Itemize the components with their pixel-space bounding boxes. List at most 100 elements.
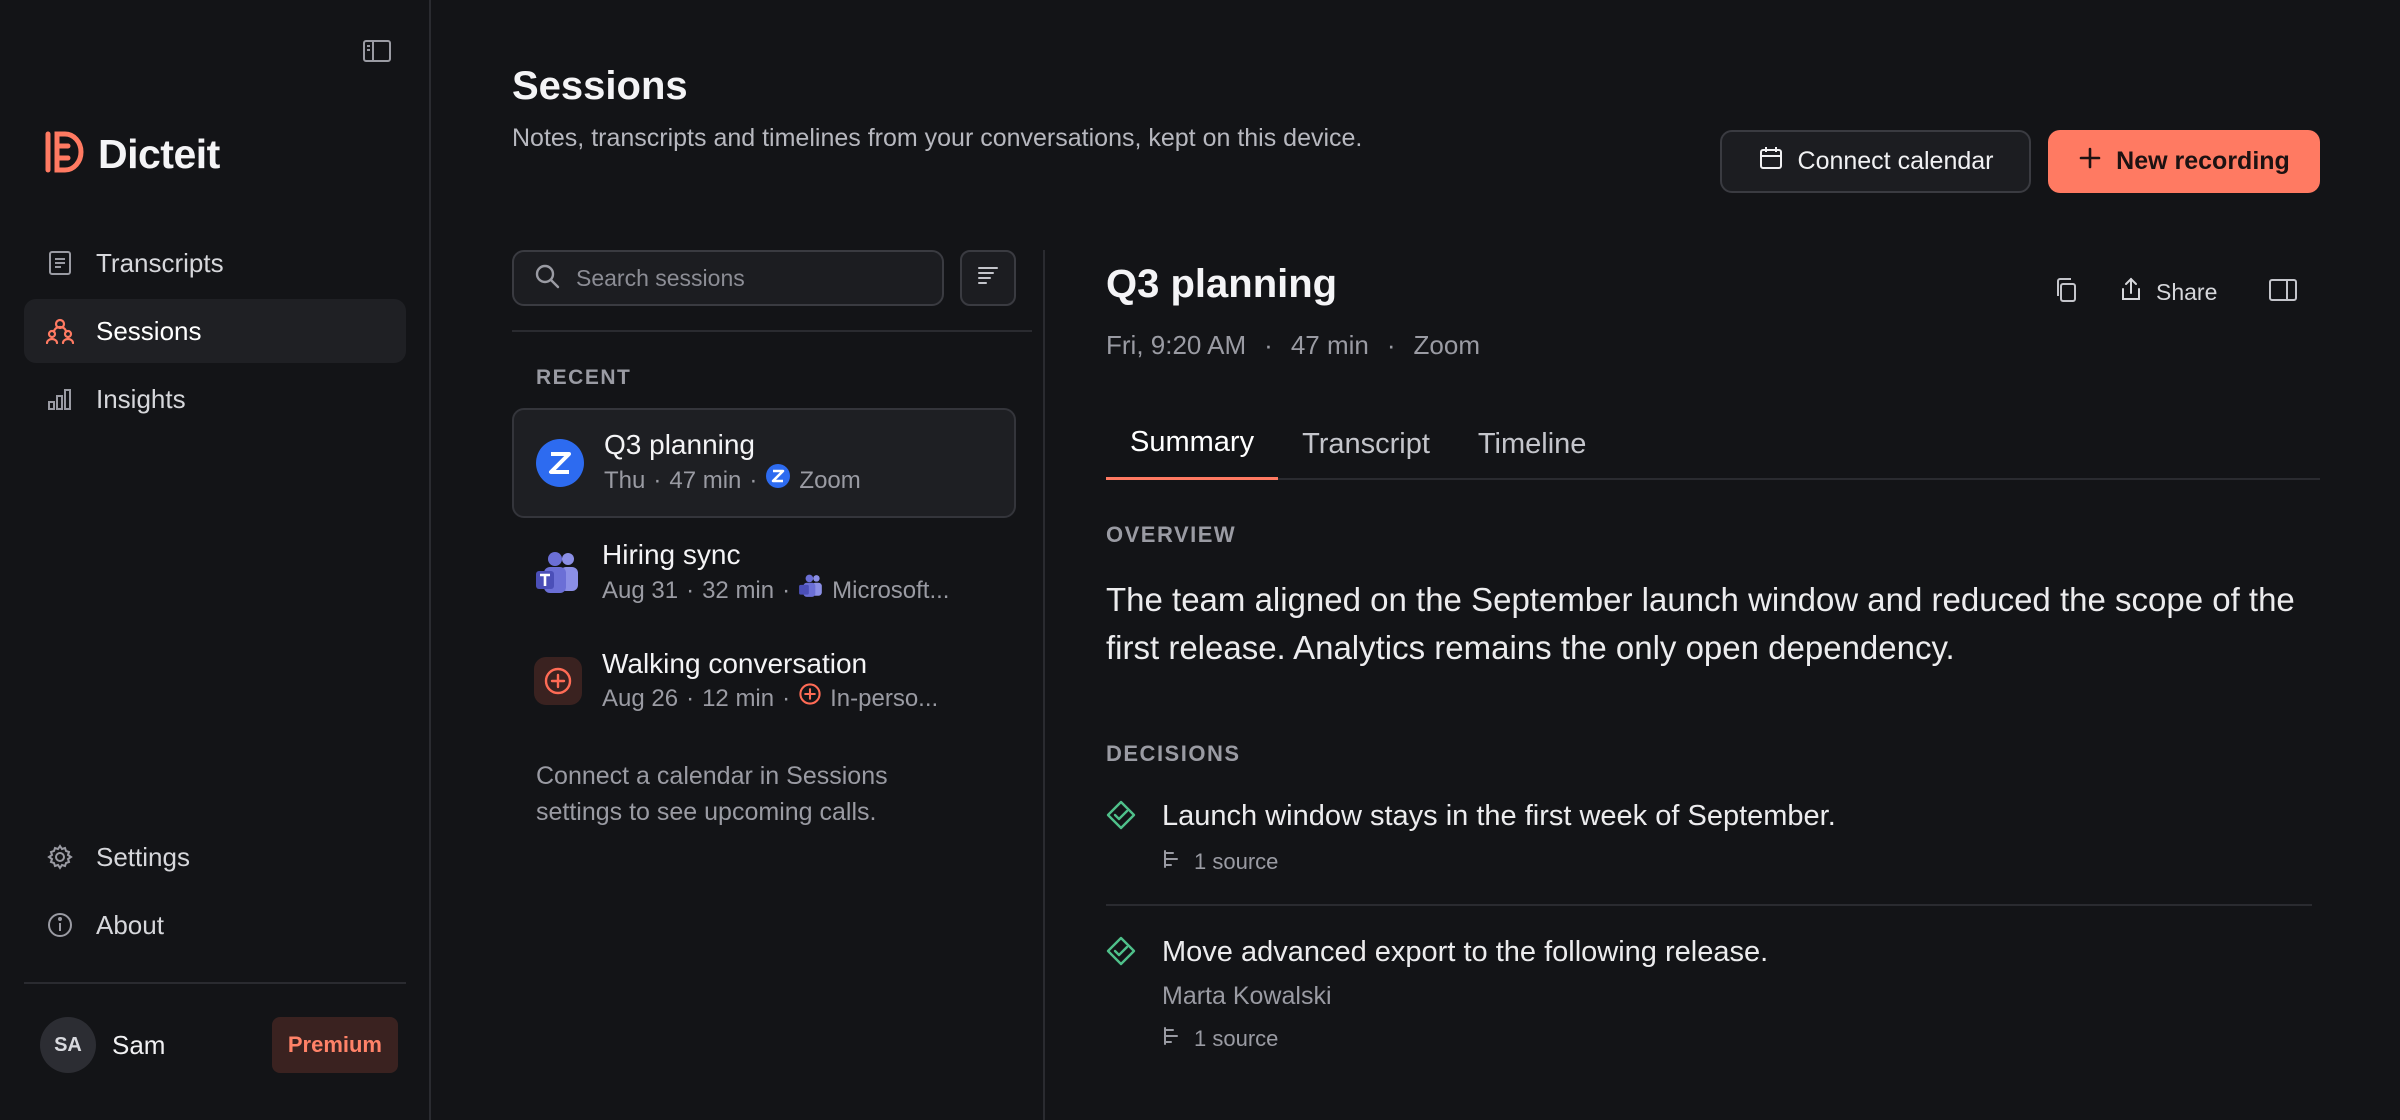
in-person-icon [534, 657, 582, 705]
sidebar-toggle-icon[interactable] [360, 36, 394, 66]
share-button[interactable]: Share [2118, 276, 2217, 308]
session-duration: 12 min [702, 685, 775, 712]
sidebar-item-sessions[interactable]: Sessions [24, 299, 406, 363]
main-nav: Transcripts Sessions Insights [24, 231, 406, 435]
detail-tabs: Summary Transcript Timeline [1106, 408, 2320, 480]
sources-count: 1 source [1194, 849, 1279, 874]
gear-icon [46, 843, 74, 871]
session-source: Zoom [799, 467, 861, 494]
sidebar-divider [24, 982, 406, 984]
search-input[interactable] [576, 264, 936, 292]
decision-text: Move advanced export to the following re… [1162, 936, 1769, 968]
source-icon [1162, 1025, 1182, 1053]
sidebar-item-label: Insights [96, 383, 186, 414]
decision-check-icon [1106, 936, 1136, 966]
session-duration: 32 min [702, 577, 775, 604]
session-duration: 47 min [1290, 330, 1369, 360]
session-when: Fri, 9:20 AM [1106, 330, 1247, 360]
source-icon [1162, 848, 1182, 876]
new-recording-label: New recording [2116, 147, 2290, 175]
session-item-q3-planning[interactable]: Q3 planning Thu · 47 min · Zoom [512, 408, 1016, 518]
session-duration: 47 min [669, 467, 742, 494]
zoom-icon [536, 439, 584, 487]
session-meta: Aug 26 · 12 min · In-perso... [602, 682, 938, 716]
meta-separator: · [653, 467, 662, 494]
meta-separator: · [782, 685, 791, 712]
sort-filter-button[interactable] [960, 250, 1016, 306]
decision-divider [1106, 904, 2312, 906]
copy-icon [2054, 277, 2078, 308]
meta-separator: · [1386, 330, 1396, 360]
sidebar-item-transcripts[interactable]: Transcripts [24, 231, 406, 295]
sources-count: 1 source [1194, 1026, 1279, 1051]
search-icon [534, 263, 560, 294]
sort-lines-icon [976, 265, 1000, 292]
user-profile[interactable]: SA Sam Premium [40, 1016, 398, 1074]
connect-calendar-label: Connect calendar [1797, 147, 1994, 175]
plan-badge[interactable]: Premium [271, 1017, 398, 1073]
sidebar-item-label: Settings [96, 841, 190, 872]
meta-separator: · [1264, 330, 1273, 360]
decision-check-icon [1106, 800, 1136, 830]
session-title: Hiring sync [602, 539, 741, 570]
page-title: Sessions [512, 64, 688, 108]
microsoft-teams-small-icon [798, 573, 824, 609]
session-source: In-perso... [830, 685, 939, 712]
sidebar-item-settings[interactable]: Settings [24, 825, 406, 889]
column-divider [1043, 250, 1045, 1120]
bar-chart-icon [46, 385, 74, 413]
sidebar-item-about[interactable]: About [24, 893, 406, 957]
decision-sources[interactable]: 1 source [1162, 848, 2314, 876]
meta-separator: · [686, 685, 695, 712]
page-subtitle: Notes, transcripts and timelines from yo… [512, 124, 1363, 152]
plus-icon [2078, 146, 2102, 177]
meta-separator: · [782, 577, 791, 604]
app-name: Dicteit [98, 131, 220, 177]
secondary-nav: Settings About [24, 825, 406, 961]
tab-transcript[interactable]: Transcript [1278, 408, 1454, 480]
list-divider [512, 330, 1032, 332]
sidebar-item-label: Sessions [96, 315, 202, 346]
recent-section-label: RECENT [536, 366, 632, 389]
session-day: Aug 26 [602, 685, 679, 712]
session-title: Q3 planning [604, 429, 756, 460]
in-person-small-icon [798, 682, 822, 716]
session-source: Zoom [1413, 330, 1481, 360]
tab-summary[interactable]: Summary [1106, 408, 1279, 480]
search-box[interactable] [512, 250, 944, 306]
session-item-hiring-sync[interactable]: Hiring sync Aug 31 · 32 min · Microsoft.… [512, 518, 1016, 628]
decisions-label: DECISIONS [1106, 741, 1241, 766]
session-day: Aug 31 [602, 577, 679, 604]
calendar-hint: Connect a calendar in Sessions settings … [536, 762, 888, 826]
document-icon [46, 249, 74, 277]
side-panel-icon [2269, 278, 2298, 306]
copy-button[interactable] [2040, 266, 2092, 318]
connect-calendar-button[interactable]: Connect calendar [1720, 130, 2031, 193]
zoom-small-icon [765, 463, 791, 499]
decision-item[interactable]: Move advanced export to the following re… [1106, 934, 2314, 1053]
session-source: Microsoft... [832, 577, 950, 604]
overview-label: OVERVIEW [1106, 522, 1237, 547]
toggle-side-panel-button[interactable] [2257, 266, 2309, 318]
microsoft-teams-icon [534, 549, 582, 597]
meta-separator: · [749, 467, 758, 494]
session-detail-meta: Fri, 9:20 AM · 47 min · Zoom [1106, 330, 1480, 361]
tab-timeline[interactable]: Timeline [1454, 408, 1611, 480]
calendar-icon [1758, 145, 1784, 178]
people-icon [46, 317, 74, 345]
decision-item[interactable]: Launch window stays in the first week of… [1106, 798, 2314, 876]
session-day: Thu [604, 467, 646, 494]
sidebar: Dicteit Transcripts Sessions Insights Se… [0, 0, 431, 1120]
session-item-walking-conversation[interactable]: Walking conversation Aug 26 · 12 min · I… [512, 626, 1016, 736]
sidebar-item-insights[interactable]: Insights [24, 367, 406, 431]
share-label: Share [2156, 278, 2218, 305]
detail-actions: Share [2040, 266, 2309, 318]
session-title: Walking conversation [602, 648, 868, 679]
decision-sources[interactable]: 1 source [1162, 1025, 2314, 1053]
decision-text: Launch window stays in the first week of… [1162, 800, 1836, 832]
decision-owner: Marta Kowalski [1162, 982, 1332, 1010]
avatar: SA [40, 1017, 96, 1073]
new-recording-button[interactable]: New recording [2048, 130, 2320, 193]
brand[interactable]: Dicteit [44, 130, 220, 179]
sidebar-item-label: Transcripts [96, 247, 224, 278]
